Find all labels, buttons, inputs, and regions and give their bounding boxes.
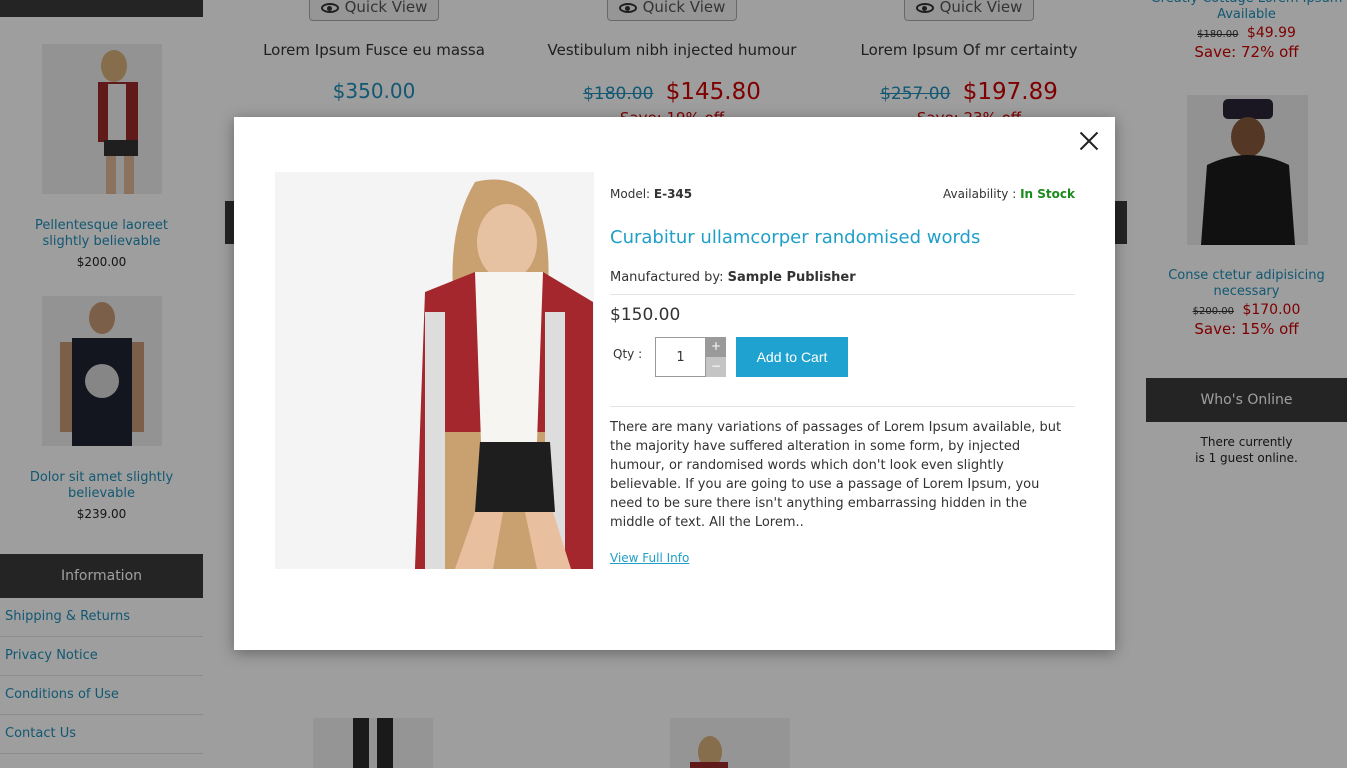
product-title: Curabitur ullamcorper randomised words xyxy=(610,227,981,248)
close-icon[interactable] xyxy=(1077,129,1101,153)
add-to-cart-row: Qty : + − Add to Cart xyxy=(610,337,1075,379)
add-to-cart-button[interactable]: Add to Cart xyxy=(736,337,848,377)
divider xyxy=(610,406,1075,407)
availability-info: Availability : In Stock xyxy=(943,187,1075,201)
view-full-info-link[interactable]: View Full Info xyxy=(610,551,689,565)
quantity-input[interactable] xyxy=(655,337,706,377)
product-price: $150.00 xyxy=(610,305,681,325)
product-info: Model: E-345 Availability : In Stock Cur… xyxy=(610,187,1075,566)
product-meta: Model: E-345 Availability : In Stock xyxy=(610,187,1075,207)
stock-status: In Stock xyxy=(1020,187,1075,201)
model-value: E-345 xyxy=(653,187,693,201)
product-description: There are many variations of passages of… xyxy=(610,420,1062,530)
page: Pellentesque laoreet slightly believable… xyxy=(0,0,1347,768)
product-image xyxy=(275,172,594,569)
qty-decrease-button[interactable]: − xyxy=(706,357,726,377)
qty-label: Qty : xyxy=(613,347,643,361)
model-info: Model: E-345 xyxy=(610,187,693,201)
qty-increase-button[interactable]: + xyxy=(706,337,726,357)
manufacturer: Manufactured by: Sample Publisher xyxy=(610,270,856,285)
manufacturer-value: Sample Publisher xyxy=(727,270,856,285)
quick-view-modal: Model: E-345 Availability : In Stock Cur… xyxy=(234,117,1115,650)
divider xyxy=(610,294,1075,295)
